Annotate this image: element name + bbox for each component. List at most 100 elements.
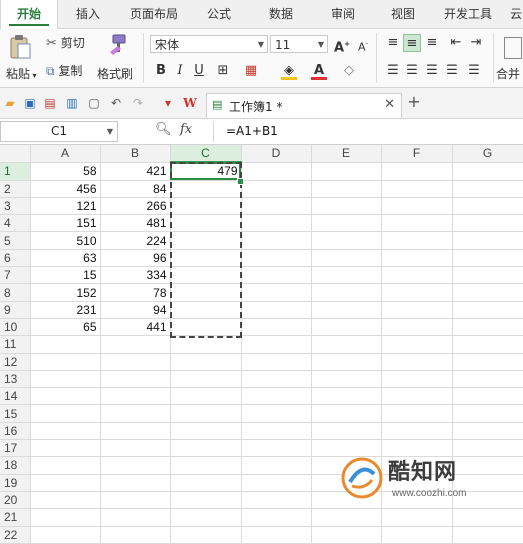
cell-b17[interactable] — [100, 439, 171, 458]
print-preview-icon[interactable]: ▢ — [86, 95, 102, 111]
export-pdf-icon[interactable]: ▤ — [42, 95, 58, 111]
cell-d16[interactable] — [241, 422, 312, 441]
cell-d8[interactable] — [241, 283, 312, 302]
cell-d19[interactable] — [241, 474, 312, 492]
cell-e16[interactable] — [311, 422, 382, 441]
align-right-icon[interactable]: ☰ — [423, 62, 441, 80]
fill-color-icon[interactable]: ◈ — [280, 62, 298, 80]
cell-a14[interactable] — [30, 387, 101, 406]
cell-b19[interactable] — [100, 474, 171, 492]
cell-a11[interactable] — [30, 335, 101, 354]
save-icon[interactable]: ▣ — [22, 95, 38, 111]
cell-d21[interactable] — [241, 508, 312, 527]
cell-b12[interactable] — [100, 353, 171, 371]
indent-decrease-icon[interactable]: ⇤ — [447, 34, 465, 52]
italic-icon[interactable]: I — [171, 62, 189, 80]
cell-d14[interactable] — [241, 387, 312, 406]
cell-a19[interactable] — [30, 474, 101, 492]
cut-button[interactable]: ✂ 剪切 — [46, 34, 85, 52]
cell-c16[interactable] — [170, 422, 242, 441]
row-header[interactable]: 18 — [0, 456, 31, 475]
column-header-g[interactable]: G — [452, 145, 523, 163]
redo-icon[interactable]: ↷ — [130, 95, 146, 111]
name-box[interactable]: C1 ▼ — [0, 121, 118, 142]
print-icon[interactable]: ▥ — [64, 95, 80, 111]
justify-icon[interactable]: ☰ — [443, 62, 461, 80]
cell-a7[interactable]: 15 — [30, 266, 101, 285]
cell-b20[interactable] — [100, 491, 171, 510]
cell-f13[interactable] — [381, 370, 453, 389]
cell-a4[interactable]: 151 — [30, 214, 101, 233]
cell-e12[interactable] — [311, 353, 382, 371]
cell-d12[interactable] — [241, 353, 312, 371]
font-color-icon[interactable]: A — [310, 62, 328, 80]
cell-b7[interactable]: 334 — [100, 266, 171, 285]
tab-developer[interactable]: 开发工具 — [436, 0, 500, 28]
indent-increase-icon[interactable]: ⇥ — [467, 34, 485, 52]
align-middle-icon[interactable]: ≡ — [403, 34, 421, 52]
distributed-icon[interactable]: ☰ — [465, 62, 483, 80]
cell-e3[interactable] — [311, 197, 382, 216]
cell-a10[interactable]: 65 — [30, 318, 101, 337]
cell-e5[interactable] — [311, 231, 382, 250]
cell-f10[interactable] — [381, 318, 453, 337]
cell-e22[interactable] — [311, 526, 382, 544]
cell-a8[interactable]: 152 — [30, 283, 101, 302]
close-icon[interactable]: ✕ — [384, 97, 395, 112]
tab-data[interactable]: 数据 — [258, 0, 304, 28]
row-header[interactable]: 16 — [0, 422, 31, 441]
cell-f8[interactable] — [381, 283, 453, 302]
undo-icon[interactable]: ↶ — [108, 95, 124, 111]
row-header[interactable]: 17 — [0, 439, 31, 458]
cell-c15[interactable] — [170, 404, 242, 423]
cell-c5[interactable] — [170, 231, 242, 250]
row-header[interactable]: 11 — [0, 335, 31, 354]
cell-b15[interactable] — [100, 404, 171, 423]
cell-b6[interactable]: 96 — [100, 249, 171, 268]
cell-b3[interactable]: 266 — [100, 197, 171, 216]
cell-g4[interactable] — [452, 214, 523, 233]
cell-e9[interactable] — [311, 301, 382, 319]
cell-g15[interactable] — [452, 404, 523, 423]
row-header[interactable]: 6 — [0, 249, 31, 268]
chevron-down-icon[interactable]: ▼ — [107, 122, 113, 141]
clear-format-icon[interactable]: ◇ — [340, 62, 358, 80]
row-header[interactable]: 12 — [0, 353, 31, 371]
column-header-c[interactable]: C — [170, 145, 242, 164]
cell-e10[interactable] — [311, 318, 382, 337]
column-header-f[interactable]: F — [381, 145, 453, 163]
column-header-b[interactable]: B — [100, 145, 171, 163]
cell-e13[interactable] — [311, 370, 382, 389]
cell-b9[interactable]: 94 — [100, 301, 171, 319]
cell-g1[interactable] — [452, 162, 523, 181]
cell-c9[interactable] — [170, 301, 242, 319]
select-all-corner[interactable] — [0, 145, 31, 163]
cell-d15[interactable] — [241, 404, 312, 423]
cell-d3[interactable] — [241, 197, 312, 216]
cell-b16[interactable] — [100, 422, 171, 441]
cell-c18[interactable] — [170, 456, 242, 475]
cell-a12[interactable] — [30, 353, 101, 371]
cell-d22[interactable] — [241, 526, 312, 544]
cell-c3[interactable] — [170, 197, 242, 216]
cell-c22[interactable] — [170, 526, 242, 544]
format-painter-label[interactable]: 格式刷 — [97, 65, 133, 82]
cell-e1[interactable] — [311, 162, 382, 181]
new-tab-icon[interactable]: + — [406, 94, 422, 110]
cell-f7[interactable] — [381, 266, 453, 285]
cell-c17[interactable] — [170, 439, 242, 458]
cell-a6[interactable]: 63 — [30, 249, 101, 268]
cell-d7[interactable] — [241, 266, 312, 285]
cell-c8[interactable] — [170, 283, 242, 302]
cell-f5[interactable] — [381, 231, 453, 250]
cell-a1[interactable]: 58 — [30, 162, 101, 181]
merge-label[interactable]: 合并 — [496, 65, 520, 82]
cell-b18[interactable] — [100, 456, 171, 475]
cell-b1[interactable]: 421 — [100, 162, 171, 181]
merge-cells-icon[interactable] — [504, 37, 522, 59]
cell-a20[interactable] — [30, 491, 101, 510]
row-header[interactable]: 2 — [0, 180, 31, 198]
row-header[interactable]: 3 — [0, 197, 31, 216]
cell-a16[interactable] — [30, 422, 101, 441]
cell-b22[interactable] — [100, 526, 171, 544]
